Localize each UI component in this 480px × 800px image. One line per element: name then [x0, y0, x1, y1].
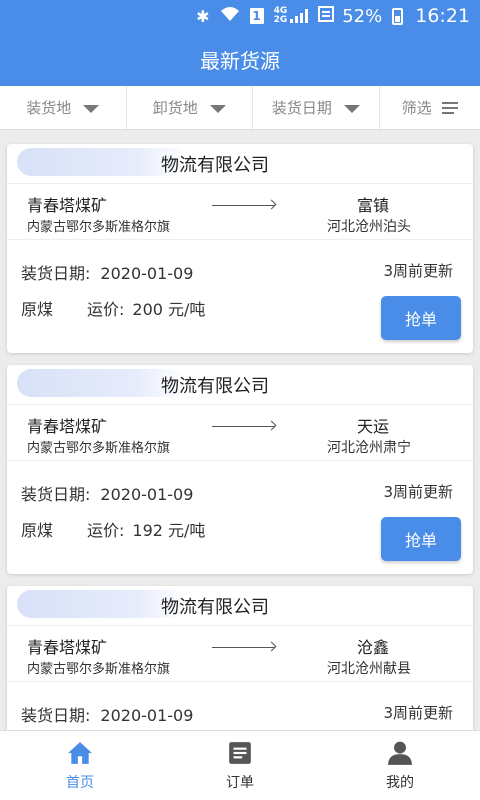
freight-price: 运价: 192 元/吨 — [87, 517, 205, 541]
update-time: 3周前更新 — [383, 704, 453, 722]
route: 青春塔煤矿 内蒙古鄂尔多斯准格尔旗 富镇 河北沧州泊头 — [7, 184, 473, 240]
tab-profile-label: 我的 — [386, 774, 414, 791]
load-date: 装货日期: 2020-01-09 — [21, 481, 193, 505]
filter-load-place-label: 装货地 — [26, 99, 72, 117]
origin-place: 内蒙古鄂尔多斯准格尔旗 — [27, 441, 171, 456]
filter-list-icon — [441, 101, 458, 114]
tab-home-label: 首页 — [66, 774, 94, 791]
load-date-label: 装货日期: — [21, 706, 91, 725]
filter-load-date[interactable]: 装货日期 — [253, 86, 380, 129]
destination-name: 天运 — [357, 417, 390, 436]
orders-icon — [229, 741, 251, 764]
origin-name: 青春塔煤矿 — [27, 196, 108, 215]
home-icon — [68, 741, 92, 764]
data-saver-icon — [318, 6, 335, 26]
chevron-down-icon — [343, 104, 360, 113]
cargo-card[interactable]: 物流有限公司 青春塔煤矿 内蒙古鄂尔多斯准格尔旗 富镇 河北沧州泊头 装货日期:… — [7, 144, 473, 353]
tab-home[interactable]: 首页 — [0, 731, 160, 800]
wifi-icon — [220, 6, 240, 26]
load-date-value: 2020-01-09 — [100, 706, 194, 725]
profile-icon — [388, 741, 412, 765]
freight-label: 运价: — [87, 300, 125, 319]
destination-place: 河北沧州献县 — [327, 661, 411, 677]
load-date-value: 2020-01-09 — [100, 485, 194, 504]
filter-unload-place[interactable]: 卸货地 — [127, 86, 254, 129]
load-date: 装货日期: 2020-01-09 — [21, 702, 193, 726]
origin-place: 内蒙古鄂尔多斯准格尔旗 — [27, 662, 171, 677]
cargo-card[interactable]: 物流有限公司 青春塔煤矿 内蒙古鄂尔多斯准格尔旗 天运 河北沧州肃宁 装货日期:… — [7, 365, 473, 574]
network-type-bottom: 2G — [273, 15, 288, 25]
company-name: 物流有限公司 — [7, 144, 473, 184]
battery-percent: 52% — [342, 5, 383, 27]
freight-value: 200 元/吨 — [132, 300, 206, 319]
battery-icon — [392, 7, 404, 25]
freight-label: 运价: — [87, 521, 125, 540]
bluetooth-icon: ✱ — [196, 6, 210, 26]
tab-orders-label: 订单 — [226, 774, 254, 791]
tab-orders[interactable]: 订单 — [160, 731, 320, 800]
filter-button[interactable]: 筛选 — [380, 86, 480, 129]
filter-unload-place-label: 卸货地 — [152, 99, 198, 117]
sim-icon: 1 — [249, 8, 264, 24]
chevron-down-icon — [83, 104, 100, 113]
load-date: 装货日期: 2020-01-09 — [21, 260, 193, 284]
page-title: 最新货源 — [0, 32, 480, 86]
chevron-down-icon — [209, 104, 226, 113]
status-bar: ✱ 1 4G 2G 52% 16:21 — [0, 0, 480, 32]
freight-value: 192 元/吨 — [132, 521, 206, 540]
route: 青春塔煤矿 内蒙古鄂尔多斯准格尔旗 沧鑫 河北沧州献县 — [7, 626, 473, 682]
cargo-list[interactable]: 物流有限公司 青春塔煤矿 内蒙古鄂尔多斯准格尔旗 富镇 河北沧州泊头 装货日期:… — [0, 130, 480, 730]
load-date-value: 2020-01-09 — [100, 264, 194, 283]
bottom-tab-bar: 首页 订单 我的 — [0, 730, 480, 800]
filter-load-date-label: 装货日期 — [271, 99, 332, 117]
update-time: 3周前更新 — [383, 262, 453, 280]
company-name: 物流有限公司 — [7, 586, 473, 626]
destination-place: 河北沧州泊头 — [327, 219, 411, 235]
origin-name: 青春塔煤矿 — [27, 638, 108, 657]
clock: 16:21 — [415, 5, 470, 27]
load-date-label: 装货日期: — [21, 264, 91, 283]
destination-place: 河北沧州肃宁 — [327, 440, 411, 456]
arrow-right-icon — [212, 421, 275, 431]
goods-type: 原煤 — [21, 521, 54, 540]
grab-order-button[interactable]: 抢单 — [381, 296, 461, 340]
company-name: 物流有限公司 — [7, 365, 473, 405]
filter-load-place[interactable]: 装货地 — [0, 86, 127, 129]
update-time: 3周前更新 — [383, 483, 453, 501]
goods-type: 原煤 — [21, 300, 54, 319]
signal-icon: 4G 2G — [274, 7, 309, 25]
grab-order-button[interactable]: 抢单 — [381, 517, 461, 561]
origin-place: 内蒙古鄂尔多斯准格尔旗 — [27, 220, 171, 235]
destination-name: 沧鑫 — [357, 638, 390, 657]
load-date-label: 装货日期: — [21, 485, 91, 504]
route: 青春塔煤矿 内蒙古鄂尔多斯准格尔旗 天运 河北沧州肃宁 — [7, 405, 473, 461]
destination-name: 富镇 — [357, 196, 390, 215]
filter-bar: 装货地 卸货地 装货日期 筛选 — [0, 86, 480, 130]
freight-price: 运价: 200 元/吨 — [87, 296, 205, 320]
arrow-right-icon — [212, 200, 275, 210]
arrow-right-icon — [212, 642, 275, 652]
tab-profile[interactable]: 我的 — [320, 731, 480, 800]
cargo-card[interactable]: 物流有限公司 青春塔煤矿 内蒙古鄂尔多斯准格尔旗 沧鑫 河北沧州献县 装货日期:… — [7, 586, 473, 730]
origin-name: 青春塔煤矿 — [27, 417, 108, 436]
filter-label: 筛选 — [401, 99, 432, 117]
